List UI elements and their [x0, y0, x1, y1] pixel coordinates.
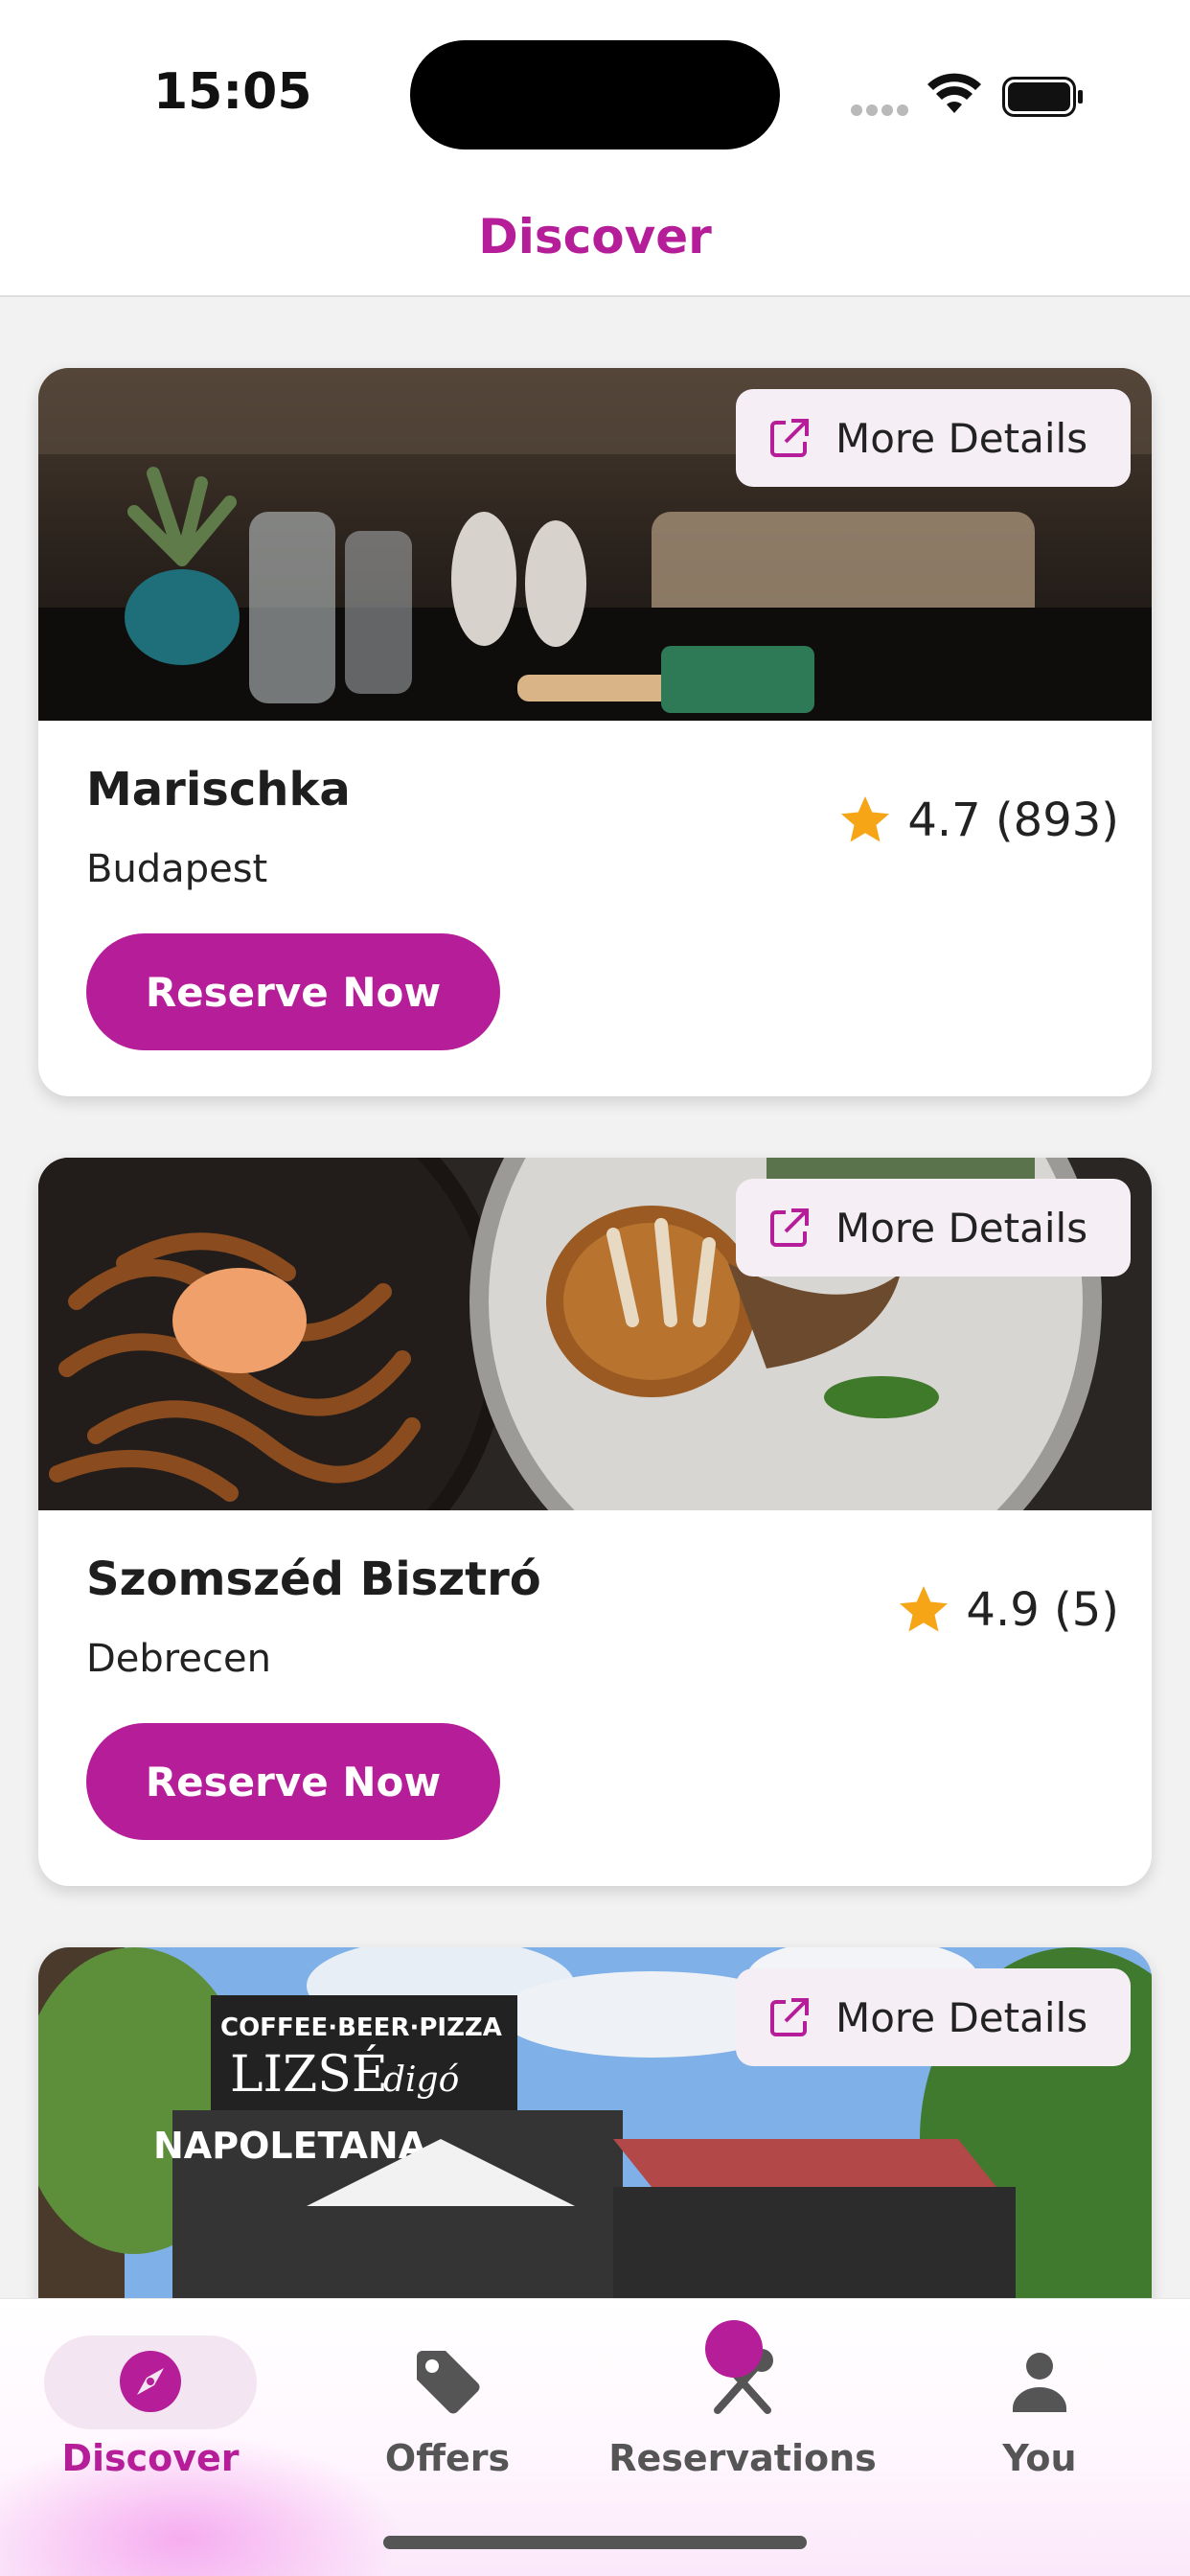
sign-text-napoletana: NAPOLETANA [153, 2125, 427, 2167]
sign-text-digo: digó [383, 2060, 459, 2100]
restaurant-rating: 4.7 (893) [836, 792, 1119, 849]
battery-icon [1002, 77, 1083, 117]
restaurant-name: Marischka [86, 763, 351, 816]
open-external-icon [770, 419, 809, 457]
nav-item-offers[interactable]: Offers [299, 2320, 596, 2512]
more-details-button[interactable]: More Details [736, 1968, 1131, 2066]
restaurant-city: Budapest [86, 847, 268, 891]
restaurant-card[interactable]: More Details Szomszéd Bisztró Debrecen 4… [38, 1158, 1152, 1886]
star-icon [900, 1586, 949, 1632]
compass-icon [120, 2351, 181, 2412]
nav-label-discover: Discover [61, 2437, 240, 2479]
restaurant-rating: 4.9 (5) [895, 1581, 1119, 1639]
top-app-bar: Discover [0, 182, 1190, 297]
home-indicator[interactable] [383, 2536, 807, 2549]
notification-badge [705, 2320, 763, 2378]
more-details-button[interactable]: More Details [736, 389, 1131, 487]
dynamic-island [410, 40, 780, 150]
star-icon [841, 796, 890, 842]
rating-value: 4.9 (5) [966, 1583, 1119, 1637]
cellular-signal-icon [851, 102, 912, 120]
page-title: Discover [478, 209, 712, 264]
more-details-label: More Details [835, 414, 1088, 462]
nav-label-offers: Offers [384, 2437, 511, 2479]
nav-label-reservations: Reservations [608, 2437, 877, 2479]
more-details-label: More Details [835, 1993, 1088, 2041]
reserve-now-button[interactable]: Reserve Now [86, 933, 500, 1050]
restaurant-card[interactable]: More Details Marischka Budapest 4.7 (893… [38, 368, 1152, 1096]
tag-icon [417, 2351, 480, 2414]
person-icon [1013, 2353, 1066, 2412]
reserve-now-button[interactable]: Reserve Now [86, 1723, 500, 1840]
status-bar: 15:05 [0, 0, 1190, 182]
bottom-navigation: Discover Offers Reservations You [0, 2298, 1190, 2576]
status-time: 15:05 [153, 63, 312, 121]
nav-item-you[interactable]: You [891, 2320, 1188, 2512]
rating-value: 4.7 (893) [907, 794, 1119, 847]
restaurant-feed[interactable]: More Details Marischka Budapest 4.7 (893… [0, 299, 1190, 2298]
open-external-icon [770, 1998, 809, 2036]
restaurant-name: Szomszéd Bisztró [86, 1552, 541, 1606]
sign-text-coffee: COFFEE·BEER·PIZZA [220, 2013, 502, 2042]
more-details-button[interactable]: More Details [736, 1179, 1131, 1276]
nav-label-you: You [1002, 2437, 1077, 2479]
nav-item-reservations[interactable]: Reservations [594, 2320, 891, 2512]
more-details-label: More Details [835, 1204, 1088, 1252]
open-external-icon [770, 1208, 809, 1247]
wifi-icon [927, 73, 981, 113]
restaurant-card[interactable]: COFFEE·BEER·PIZZA LIZSÉ digó NAPOLETANA … [38, 1947, 1152, 2298]
restaurant-city: Debrecen [86, 1637, 271, 1681]
nav-item-discover[interactable]: Discover [2, 2320, 299, 2512]
sign-text-lizse: LIZSÉ [230, 2044, 388, 2104]
